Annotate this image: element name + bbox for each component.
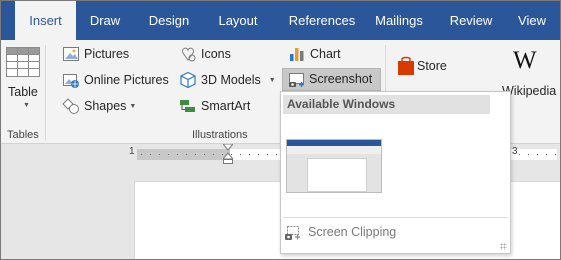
available-windows-header: Available Windows [283,95,490,114]
screenshot-icon [289,73,304,87]
dropdown-separator [283,217,508,218]
tab-mailings[interactable]: Mailings [368,1,430,40]
3d-models-label: 3D Models ▼ [201,69,276,92]
screen-clipping-icon [285,226,300,240]
ruler-number: 3 [512,146,518,157]
table-label: Table [8,85,38,99]
chevron-down-icon: ▼ [23,102,30,109]
smartart-label: SmartArt [201,99,251,113]
icons-label: Icons [201,47,231,61]
screenshot-button[interactable]: Screenshot▼ [282,68,381,104]
shapes-label: Shapes ▼ [84,95,136,118]
wikipedia-icon: W [513,47,537,74]
chevron-down-icon: ▼ [129,102,137,110]
icons-icon [182,47,196,62]
group-label-tables: Tables [7,129,39,141]
window-thumbnail[interactable] [286,139,382,193]
thumbnail-toolbar [287,146,381,154]
resize-grip-icon[interactable] [500,243,507,250]
chart-icon [290,48,304,61]
tab-draw[interactable]: Draw [81,1,129,40]
tab-review[interactable]: Review [444,1,498,40]
screen-clipping-item[interactable]: Screen Clipping [281,221,510,245]
tab-layout[interactable]: Layout [211,1,265,40]
group-label-illustrations: Illustrations [192,129,248,141]
table-icon [6,47,40,77]
tab-insert[interactable]: Insert [15,1,76,40]
group-separator [45,45,46,141]
thumbnail-page [307,158,367,192]
tab-design[interactable]: Design [141,1,197,40]
pictures-label: Pictures [84,47,130,61]
chart-label: Chart [310,47,341,61]
store-icon [398,56,414,75]
indent-marker-icon[interactable] [223,144,233,164]
ribbon-tab-bar: Insert Draw Design Layout References Mai… [1,1,560,40]
shapes-icon [62,98,79,114]
screenshot-dropdown: Available Windows Screen Clipping [280,91,511,254]
store-label: Store [417,59,447,73]
tab-references[interactable]: References [279,1,365,40]
word-window: Insert Draw Design Layout References Mai… [0,0,561,260]
ruler-number: 1 [129,146,135,157]
screen-clipping-label: Screen Clipping [308,225,397,239]
table-button[interactable]: Table ▼ [3,44,43,118]
online-pictures-icon [63,74,79,88]
chevron-down-icon: ▼ [268,76,276,84]
smartart-icon [180,100,195,112]
cube-icon [180,71,196,89]
pictures-icon [63,47,79,61]
tab-view[interactable]: View [509,1,555,40]
online-pictures-label: Online Pictures [84,73,169,87]
